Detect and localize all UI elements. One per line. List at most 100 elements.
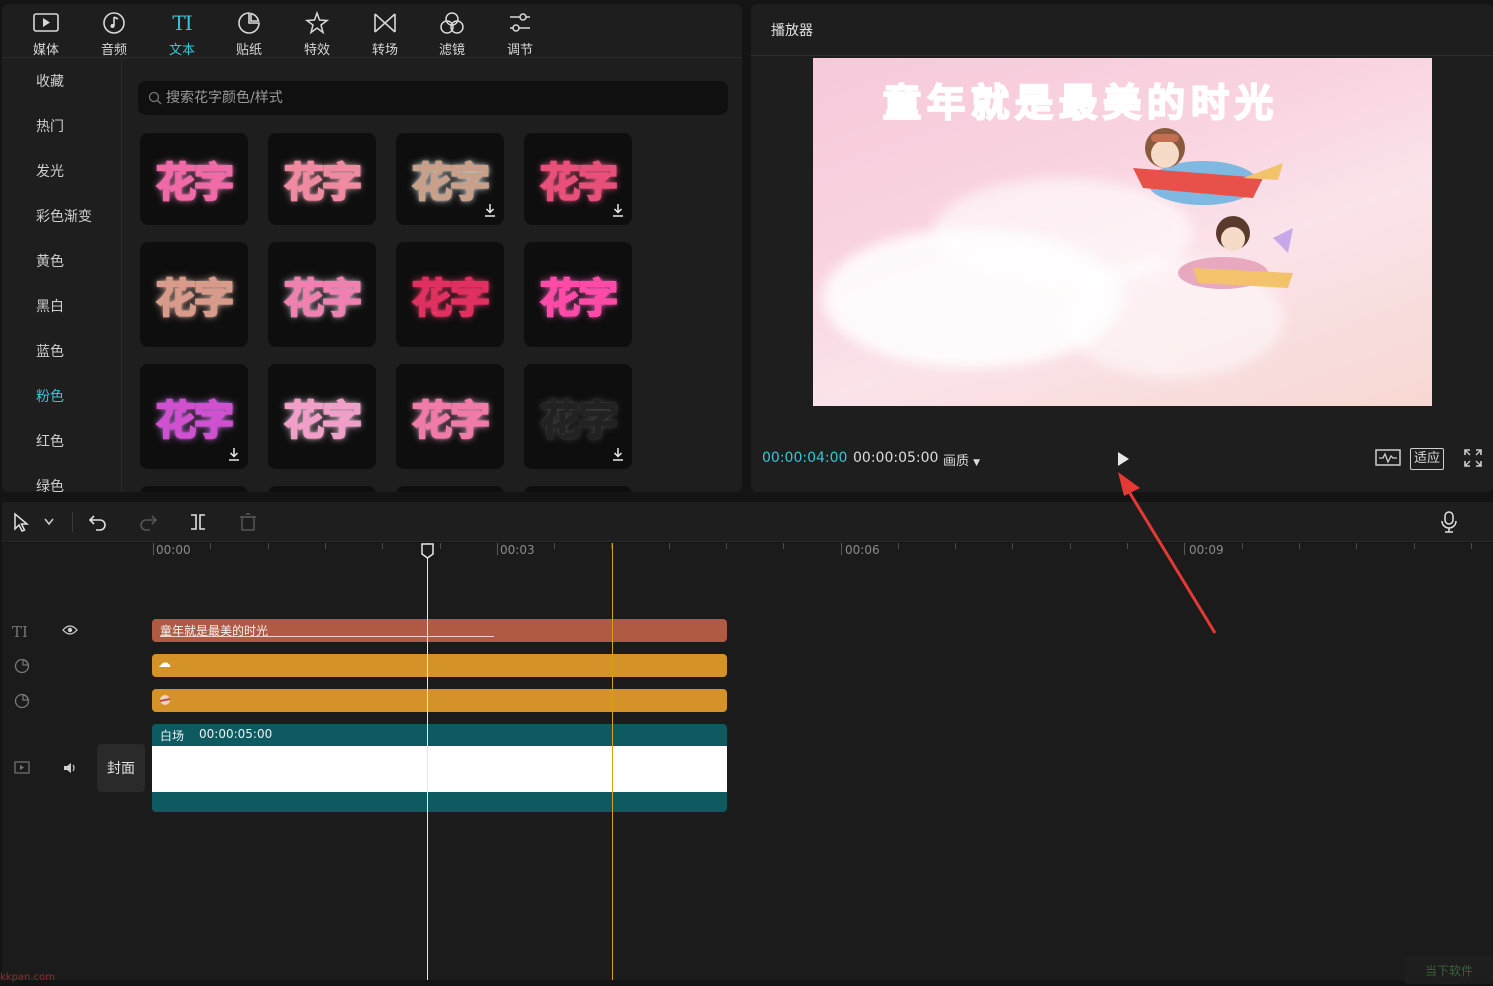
main-video-clip[interactable]: 白场 00:00:05:00 — [152, 724, 727, 812]
download-icon[interactable] — [484, 203, 496, 217]
category-glow[interactable]: 发光 — [36, 161, 64, 181]
category-blue[interactable]: 蓝色 — [36, 341, 64, 361]
microphone-icon[interactable] — [1440, 511, 1458, 533]
adjust-icon — [508, 10, 532, 35]
tab-adjust[interactable]: 调节 — [490, 4, 550, 58]
style-tile[interactable] — [524, 486, 632, 492]
text-track-icon: TI — [12, 623, 28, 641]
style-preview-text: 花字 — [155, 397, 235, 445]
cursor-select-icon[interactable] — [12, 512, 32, 532]
ruler-label: 00:03 — [500, 543, 535, 557]
tab-effects[interactable]: 特效 — [287, 4, 347, 58]
current-timecode: 00:00:04:00 — [762, 450, 848, 466]
style-preview-text: 花字 — [283, 275, 363, 323]
style-preview-text: 花字 — [155, 159, 235, 207]
tab-filter[interactable]: 滤镜 — [422, 4, 482, 58]
ruler-tick — [1299, 543, 1300, 549]
tab-transition[interactable]: 转场 — [355, 4, 415, 58]
style-tile[interactable]: 花字 — [140, 364, 248, 469]
category-red[interactable]: 红色 — [36, 431, 64, 451]
style-tile[interactable]: 花字 — [140, 133, 248, 225]
ruler-tick — [669, 543, 670, 549]
sticker-track-icon — [14, 693, 30, 709]
fullscreen-icon[interactable] — [1463, 448, 1483, 468]
ruler-label: 00:06 — [845, 543, 880, 557]
video-preview[interactable]: 童年就是最美的时光 — [813, 58, 1432, 406]
ruler-tick — [268, 543, 269, 549]
cloud-thumb-icon: ☁ — [158, 656, 171, 671]
text-glyph: TI — [172, 10, 192, 35]
style-preview-text: 花字 — [411, 397, 491, 445]
ruler-tick — [726, 543, 727, 549]
sticker-clip-cloud[interactable]: ☁ — [152, 654, 727, 677]
style-content: 花字花字花字花字花字花字花字花字花字花字花字花字 — [123, 59, 742, 492]
sticker-icon — [237, 10, 261, 35]
style-tile[interactable]: 花字 — [396, 364, 504, 469]
ruler-tick — [1242, 543, 1243, 549]
material-tabs: 媒体 音频 TI 文本 贴纸 特效 转场 滤镜 调节 — [2, 4, 742, 58]
category-yellow[interactable]: 黄色 — [36, 251, 64, 271]
tab-label: 转场 — [371, 43, 398, 58]
style-tile[interactable]: 花字 — [524, 242, 632, 347]
tab-text[interactable]: TI 文本 — [152, 4, 212, 59]
fit-ratio-button[interactable]: 适应 — [1410, 448, 1445, 470]
waveform-icon[interactable] — [1375, 448, 1401, 468]
ruler-tick — [898, 543, 899, 549]
ruler-tick — [153, 543, 154, 555]
search-input[interactable] — [166, 90, 706, 106]
cover-button[interactable]: 封面 — [97, 744, 145, 792]
style-tile[interactable]: 花字 — [140, 242, 248, 347]
timeline-toolbar — [2, 502, 1493, 542]
sticker-clip-plane[interactable] — [152, 689, 727, 712]
speaker-icon[interactable] — [62, 761, 78, 775]
download-icon[interactable] — [228, 447, 240, 461]
style-tile[interactable]: 花字 — [268, 242, 376, 347]
player-panel: 播放器 童年就是最美的时光 00:00:04:00 00:00:05:00 画质… — [751, 4, 1493, 492]
undo-icon[interactable] — [88, 512, 108, 532]
ruler-tick — [955, 543, 956, 549]
download-icon[interactable] — [612, 203, 624, 217]
category-gradient[interactable]: 彩色渐变 — [36, 206, 92, 226]
delete-icon[interactable] — [238, 512, 258, 532]
style-preview-text: 花字 — [411, 159, 491, 207]
ruler-tick — [210, 543, 211, 549]
quality-dropdown[interactable]: 画质 ▼ — [943, 450, 980, 469]
style-tile[interactable] — [268, 486, 376, 492]
tab-sticker[interactable]: 贴纸 — [219, 4, 279, 58]
style-preview-text: 花字 — [155, 275, 235, 323]
style-tile[interactable]: 花字 — [396, 242, 504, 347]
category-pink[interactable]: 粉色 — [36, 386, 64, 406]
split-icon[interactable] — [188, 512, 208, 532]
material-panel: 媒体 音频 TI 文本 贴纸 特效 转场 滤镜 调节 收藏 热门 发光 彩色渐变… — [2, 4, 742, 492]
timeline[interactable]: 00:00 00:03 00:06 00:09 TI 封面 童年就是最美的时光 … — [2, 543, 1493, 980]
style-tile[interactable]: 花字 — [524, 364, 632, 469]
playhead-handle[interactable] — [421, 543, 434, 559]
category-list: 收藏 热门 发光 彩色渐变 黄色 黑白 蓝色 粉色 红色 绿色 — [2, 59, 122, 492]
category-favorites[interactable]: 收藏 — [36, 71, 64, 91]
download-icon[interactable] — [612, 447, 624, 461]
eye-icon[interactable] — [62, 624, 78, 636]
style-preview-text: 花字 — [539, 159, 619, 207]
tab-label: 媒体 — [32, 43, 59, 58]
style-tile[interactable]: 花字 — [268, 133, 376, 225]
style-tile[interactable]: 花字 — [396, 133, 504, 225]
style-tile[interactable]: 花字 — [268, 364, 376, 469]
search-bar[interactable] — [138, 81, 728, 115]
style-preview-text: 花字 — [539, 397, 619, 445]
filter-icon — [439, 10, 465, 35]
category-green[interactable]: 绿色 — [36, 476, 64, 492]
ruler-tick — [783, 543, 784, 549]
chevron-down-icon[interactable] — [44, 518, 54, 526]
style-tile[interactable] — [396, 486, 504, 492]
playhead[interactable] — [427, 543, 428, 980]
tab-media[interactable]: 媒体 — [16, 4, 76, 58]
ruler-tick — [1012, 543, 1013, 549]
clip-name: 白场 — [160, 729, 185, 743]
category-hot[interactable]: 热门 — [36, 116, 64, 136]
redo-icon[interactable] — [138, 512, 158, 532]
text-clip[interactable]: 童年就是最美的时光 — [152, 619, 727, 642]
style-tile[interactable]: 花字 — [524, 133, 632, 225]
category-black-white[interactable]: 黑白 — [36, 296, 64, 316]
tab-audio[interactable]: 音频 — [84, 4, 144, 58]
style-tile[interactable] — [140, 486, 248, 492]
